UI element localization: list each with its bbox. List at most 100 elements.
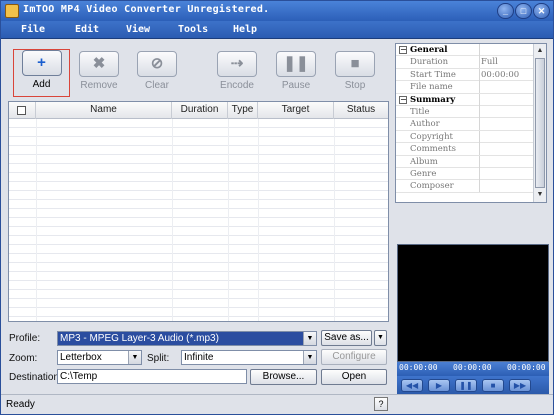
browse-button[interactable]: Browse... xyxy=(250,369,317,385)
collapse-icon[interactable]: − xyxy=(399,46,407,54)
collapse-icon[interactable]: − xyxy=(399,95,407,104)
add-button[interactable]: + Add xyxy=(13,49,70,97)
chevron-down-icon[interactable]: ▼ xyxy=(303,332,316,345)
divider xyxy=(479,93,480,106)
play-icon[interactable]: ▶ xyxy=(428,379,450,392)
maximize-button[interactable]: □ xyxy=(515,3,532,19)
chevron-down-icon[interactable]: ▼ xyxy=(128,351,141,364)
property-row[interactable]: Author xyxy=(396,118,534,131)
table-row xyxy=(9,164,388,173)
encode-label: Encode xyxy=(220,80,254,91)
save-as-button[interactable]: Save as... xyxy=(321,330,372,346)
property-row[interactable]: Copyright xyxy=(396,130,534,144)
scroll-thumb[interactable] xyxy=(535,58,545,188)
property-row[interactable]: Album xyxy=(396,155,534,168)
chevron-down-icon[interactable]: ▼ xyxy=(303,351,316,364)
divider xyxy=(479,180,480,193)
property-key: Duration xyxy=(410,57,449,68)
table-row xyxy=(9,191,388,200)
divider xyxy=(258,119,259,321)
property-row[interactable]: File name xyxy=(396,81,534,94)
column-type[interactable]: Type xyxy=(228,102,258,119)
divider xyxy=(479,168,480,180)
property-key: Author xyxy=(410,119,440,130)
property-row[interactable]: Title xyxy=(396,106,534,119)
seek-bar[interactable]: 00:00:00 00:00:00 00:00:00 xyxy=(397,362,549,376)
table-row xyxy=(9,227,388,236)
destination-input[interactable]: C:\Temp xyxy=(57,369,247,384)
divider xyxy=(479,106,480,118)
divider xyxy=(479,56,480,69)
menu-edit[interactable]: Edit xyxy=(75,24,99,35)
table-row xyxy=(9,281,388,290)
current-time: 00:00:00 xyxy=(399,363,438,372)
clear-button[interactable]: ⊘ Clear xyxy=(132,51,182,95)
profile-select[interactable]: MP3 - MPEG Layer-3 Audio (*.mp3) ▼ xyxy=(57,331,317,346)
table-row xyxy=(9,119,388,128)
file-list[interactable]: Name Duration Type Target Status xyxy=(8,101,389,322)
divider xyxy=(479,68,480,81)
table-row xyxy=(9,209,388,218)
file-list-header: Name Duration Type Target Status xyxy=(9,102,388,119)
open-button[interactable]: Open xyxy=(321,369,387,385)
minimize-button[interactable]: _ xyxy=(497,3,514,19)
menu-help[interactable]: Help xyxy=(233,24,257,35)
property-key: Title xyxy=(410,107,430,117)
status-text: Ready xyxy=(6,399,35,410)
remove-button[interactable]: ✖ Remove xyxy=(74,51,124,95)
scroll-up-icon[interactable]: ▲ xyxy=(535,45,545,57)
menu-file[interactable]: File xyxy=(21,24,45,35)
properties-scrollbar[interactable]: ▲ ▼ xyxy=(533,44,546,202)
column-name[interactable]: Name xyxy=(36,102,172,119)
destination-label: Destination: xyxy=(9,372,62,383)
encode-button[interactable]: ⇢ Encode xyxy=(212,51,262,95)
table-row xyxy=(9,245,388,254)
pause-icon[interactable]: ❚❚ xyxy=(455,379,477,392)
pause-icon: ❚❚ xyxy=(276,51,316,77)
plus-icon: + xyxy=(21,50,62,76)
select-all-checkbox[interactable] xyxy=(17,106,26,115)
menu-view[interactable]: View xyxy=(126,24,150,35)
profile-label: Profile: xyxy=(9,333,41,344)
divider xyxy=(479,130,480,143)
remove-label: Remove xyxy=(80,80,118,91)
general-group[interactable]: − General xyxy=(396,44,534,57)
divider xyxy=(36,119,37,321)
property-key: Genre xyxy=(410,169,437,179)
property-row[interactable]: Genre xyxy=(396,168,534,181)
configure-button[interactable]: Configure xyxy=(321,349,387,365)
destination-value: C:\Temp xyxy=(60,371,98,382)
menu-tools[interactable]: Tools xyxy=(178,24,208,35)
rewind-icon[interactable]: ◀◀ xyxy=(401,379,423,392)
forward-icon[interactable]: ▶▶ xyxy=(509,379,531,392)
column-status[interactable]: Status xyxy=(334,102,388,119)
stop-button[interactable]: ■ Stop xyxy=(330,51,380,95)
property-row[interactable]: Start Time 00:00:00 xyxy=(396,68,534,82)
column-duration[interactable]: Duration xyxy=(172,102,228,119)
property-row[interactable]: Duration Full xyxy=(396,56,534,69)
property-row[interactable]: Composer xyxy=(396,180,534,193)
window-title: ImTOO MP4 Video Converter Unregistered. xyxy=(23,4,270,15)
player-controls: ◀◀ ▶ ❚❚ ■ ▶▶ xyxy=(397,376,549,395)
stop-icon: ■ xyxy=(335,51,375,77)
property-key: Composer xyxy=(410,181,454,192)
save-as-dropdown[interactable]: ▼ xyxy=(374,330,387,346)
table-row xyxy=(9,299,388,308)
property-row[interactable]: Comments xyxy=(396,143,534,156)
divider xyxy=(479,44,480,56)
zoom-select[interactable]: Letterbox ▼ xyxy=(57,350,142,365)
scroll-down-icon[interactable]: ▼ xyxy=(535,189,545,201)
pause-button[interactable]: ❚❚ Pause xyxy=(271,51,321,95)
property-key: Start Time xyxy=(410,69,456,80)
table-row xyxy=(9,272,388,281)
close-button[interactable]: ✕ xyxy=(533,3,550,19)
property-value: 00:00:00 xyxy=(481,69,520,80)
split-select[interactable]: Infinite ▼ xyxy=(181,350,317,365)
summary-group[interactable]: − Summary xyxy=(396,93,534,106)
column-target[interactable]: Target xyxy=(258,102,334,119)
pause-label: Pause xyxy=(281,80,311,91)
divider xyxy=(228,119,229,321)
table-row xyxy=(9,137,388,146)
help-button[interactable]: ? xyxy=(374,397,388,411)
stop-icon[interactable]: ■ xyxy=(482,379,504,392)
